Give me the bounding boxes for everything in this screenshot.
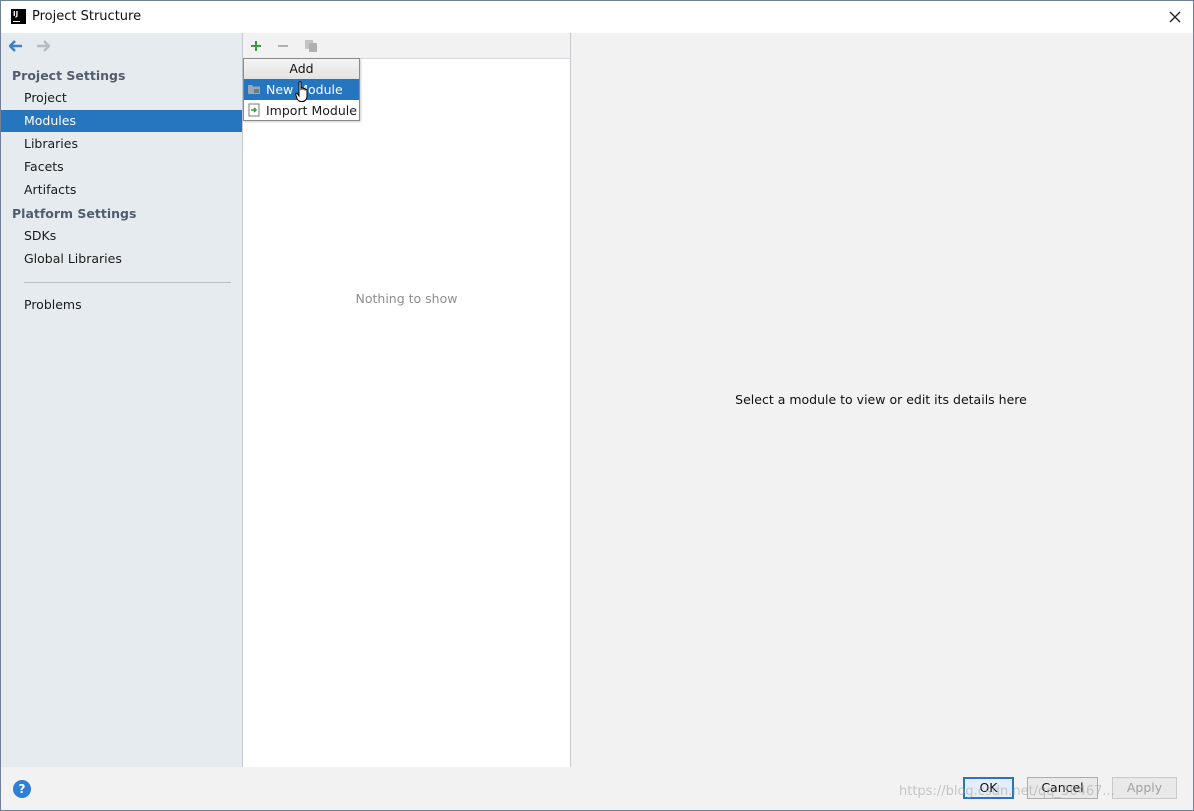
back-button[interactable] bbox=[8, 39, 23, 53]
sidebar-item-global-libraries[interactable]: Global Libraries bbox=[1, 248, 242, 270]
minus-icon bbox=[278, 45, 288, 47]
sidebar-divider bbox=[24, 282, 231, 283]
empty-list-text: Nothing to show bbox=[355, 291, 458, 306]
remove-button[interactable] bbox=[275, 38, 291, 54]
sidebar-item-project[interactable]: Project bbox=[1, 87, 242, 109]
project-structure-dialog: IJ Project Structure Project Settings Pr… bbox=[0, 0, 1194, 811]
popup-title: Add bbox=[244, 59, 359, 80]
details-panel: Select a module to view or edit its deta… bbox=[571, 33, 1193, 767]
cancel-button[interactable]: Cancel bbox=[1027, 777, 1098, 799]
module-folder-icon bbox=[248, 85, 260, 94]
forward-button[interactable] bbox=[35, 39, 50, 53]
intellij-app-icon: IJ bbox=[11, 9, 26, 24]
sidebar-item-sdks[interactable]: SDKs bbox=[1, 225, 242, 247]
details-placeholder-text: Select a module to view or edit its deta… bbox=[735, 392, 1027, 407]
sidebar-item-modules[interactable]: Modules bbox=[1, 110, 242, 132]
sidebar-item-artifacts[interactable]: Artifacts bbox=[1, 179, 242, 201]
ok-button[interactable]: OK bbox=[963, 777, 1014, 799]
close-icon bbox=[1169, 11, 1181, 23]
module-list-toolbar bbox=[243, 33, 570, 59]
add-button[interactable] bbox=[248, 38, 264, 54]
title-bar: IJ Project Structure bbox=[1, 1, 1193, 33]
sidebar-item-libraries[interactable]: Libraries bbox=[1, 133, 242, 155]
help-button[interactable]: ? bbox=[13, 780, 31, 798]
apply-button[interactable]: Apply bbox=[1112, 777, 1177, 799]
project-settings-header: Project Settings bbox=[12, 68, 126, 83]
copy-button[interactable] bbox=[303, 38, 319, 54]
copy-icon bbox=[305, 40, 317, 52]
menu-item-label: Import Module bbox=[266, 103, 357, 118]
back-arrow-icon bbox=[8, 40, 22, 52]
forward-arrow-icon bbox=[36, 40, 50, 52]
help-icon: ? bbox=[18, 782, 26, 796]
nav-arrows bbox=[8, 39, 50, 53]
hand-cursor-icon bbox=[295, 81, 308, 102]
dialog-button-bar: ? OK Cancel Apply bbox=[1, 767, 1193, 810]
plus-icon bbox=[251, 41, 261, 51]
close-button[interactable] bbox=[1163, 5, 1187, 29]
sidebar-item-facets[interactable]: Facets bbox=[1, 156, 242, 178]
sidebar-item-problems[interactable]: Problems bbox=[1, 294, 242, 316]
window-title: Project Structure bbox=[32, 9, 142, 24]
platform-settings-header: Platform Settings bbox=[12, 206, 137, 221]
module-list-panel: Nothing to show bbox=[243, 33, 571, 767]
sidebar: Project Settings Project Modules Librari… bbox=[1, 33, 243, 767]
menu-item-import-module[interactable]: Import Module bbox=[244, 100, 359, 121]
import-module-icon bbox=[248, 103, 260, 117]
